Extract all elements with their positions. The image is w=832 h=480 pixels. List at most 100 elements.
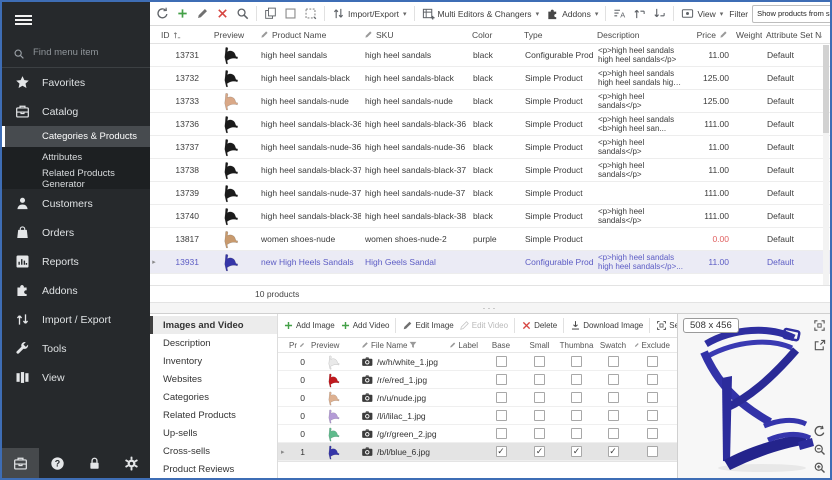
table-row[interactable]: 13738high heel sandals-black-37high heel… (150, 159, 830, 182)
exclude-checkbox[interactable] (647, 374, 658, 385)
paste-special-button[interactable] (301, 5, 320, 22)
swatch-checkbox[interactable] (608, 410, 619, 421)
swatch-checkbox[interactable] (608, 374, 619, 385)
tab-images-and-video[interactable]: Images and Video (150, 316, 277, 334)
table-row[interactable]: 13733high heel sandals-nudehigh heel san… (150, 90, 830, 113)
small-checkbox[interactable] (534, 410, 545, 421)
sidebar-item-orders[interactable]: Orders (2, 218, 150, 247)
base-checkbox[interactable] (496, 392, 507, 403)
table-row[interactable]: 13731high heel sandalshigh heel sandalsb… (150, 44, 830, 67)
menu-search-input[interactable] (33, 47, 133, 58)
add-image-button[interactable]: Add Image (281, 318, 337, 333)
sidebar-item-reports[interactable]: Reports (2, 247, 150, 276)
base-checkbox[interactable] (496, 428, 507, 439)
edit-button[interactable] (193, 5, 212, 22)
exclude-checkbox[interactable] (647, 392, 658, 403)
refresh-button[interactable] (153, 5, 172, 22)
column-header-file-name[interactable]: File Name (358, 338, 446, 352)
open-external-icon[interactable] (813, 339, 826, 352)
edit-image-button[interactable]: Edit Image (400, 318, 455, 333)
tab-related-products[interactable]: Related Products (150, 406, 277, 424)
swatch-checkbox[interactable] (608, 392, 619, 403)
exclude-checkbox[interactable] (647, 446, 658, 457)
menu-toggle-button[interactable] (2, 2, 150, 38)
delete-button[interactable] (213, 5, 232, 22)
column-header-small[interactable]: Small (521, 338, 558, 352)
tab-product-reviews[interactable]: Product Reviews (150, 460, 277, 478)
fit-to-window-icon[interactable] (813, 319, 826, 332)
thumbnail-checkbox[interactable] (571, 374, 582, 385)
thumbnail-checkbox[interactable] (571, 356, 582, 367)
storage-button[interactable] (2, 448, 39, 478)
small-checkbox[interactable] (534, 356, 545, 367)
addons-button[interactable]: Addons▾ (543, 5, 601, 22)
swatch-checkbox[interactable] (608, 356, 619, 367)
image-row[interactable]: 0/w/h/white_1.jpg (278, 353, 677, 371)
thumbnail-checkbox[interactable]: ✓ (571, 446, 582, 457)
column-header-swatch[interactable]: Swatch (595, 338, 631, 352)
exclude-checkbox[interactable] (647, 356, 658, 367)
tab-inventory[interactable]: Inventory (150, 352, 277, 370)
add-video-button[interactable]: Add Video (338, 318, 392, 333)
base-checkbox[interactable] (496, 374, 507, 385)
grid-scrollbar-thumb[interactable] (823, 45, 829, 133)
column-header-attribute-set-name[interactable]: Attribute Set Name (762, 26, 822, 43)
lock-button[interactable] (76, 448, 113, 478)
column-header-id[interactable]: ID (157, 26, 202, 43)
sidebar-item-view[interactable]: View (2, 363, 150, 392)
grid-scrollbar[interactable] (823, 45, 829, 285)
table-row[interactable]: ▸13931new High Heels SandalsHigh Geels S… (150, 251, 830, 274)
column-header-pr[interactable]: Pr (286, 338, 308, 352)
thumbnail-checkbox[interactable] (571, 410, 582, 421)
base-checkbox[interactable] (496, 356, 507, 367)
rotate-icon[interactable] (813, 425, 826, 438)
thumbnail-checkbox[interactable] (571, 392, 582, 403)
sidebar-item-categories-products[interactable]: Categories & Products (2, 126, 150, 147)
image-row[interactable]: ▸1/b/l/blue_6.jpg✓✓✓✓ (278, 443, 677, 461)
base-checkbox[interactable] (496, 410, 507, 421)
image-row[interactable]: 0/l/i/lilac_1.jpg (278, 407, 677, 425)
table-row[interactable]: 13817women shoes-nudewomen shoes-nude-2p… (150, 228, 830, 251)
column-header-price[interactable]: Price (688, 26, 732, 43)
set-resize-rule-button[interactable]: Set Resize Rule (654, 318, 677, 333)
delete-image-button[interactable]: Delete (519, 318, 559, 333)
small-checkbox[interactable] (534, 374, 545, 385)
column-header-label[interactable]: Label (446, 338, 481, 352)
column-header-description[interactable]: Description (593, 26, 688, 43)
view-button[interactable]: View▾ (678, 5, 726, 22)
column-header-preview[interactable]: Preview (202, 26, 256, 43)
exclude-checkbox[interactable] (647, 410, 658, 421)
import-export-button[interactable]: Import/Export▾ (329, 5, 410, 22)
settings-button[interactable] (113, 448, 150, 478)
sidebar-item-catalog[interactable]: Catalog (2, 97, 150, 126)
column-header-exclude[interactable]: Exclude (631, 338, 673, 352)
select-cell-button[interactable] (281, 5, 300, 22)
sidebar-item-related-products-generator[interactable]: Related Products Generator (2, 168, 150, 189)
image-row[interactable]: 0/g/r/green_2.jpg (278, 425, 677, 443)
sidebar-item-attributes[interactable]: Attributes (2, 147, 150, 168)
multi-editors-button[interactable]: Multi Editors & Changers▾ (419, 5, 543, 22)
small-checkbox[interactable] (534, 392, 545, 403)
sidebar-item-favorites[interactable]: Favorites (2, 68, 150, 97)
filter-dropdown[interactable]: Show products from selected categories▾ (752, 5, 830, 23)
table-row[interactable]: 13737high heel sandals-nude-36high heel … (150, 136, 830, 159)
sidebar-item-addons[interactable]: Addons (2, 276, 150, 305)
column-header-color[interactable]: Color (468, 26, 520, 43)
column-header-sku[interactable]: SKU (360, 26, 468, 43)
thumbnail-checkbox[interactable] (571, 428, 582, 439)
help-button[interactable]: ? (39, 448, 76, 478)
tab-up-sells[interactable]: Up-sells (150, 424, 277, 442)
tab-description[interactable]: Description (150, 334, 277, 352)
tab-websites[interactable]: Websites (150, 370, 277, 388)
table-row[interactable]: 13740high heel sandals-black-38high heel… (150, 205, 830, 228)
small-checkbox[interactable] (534, 428, 545, 439)
search-button[interactable] (233, 5, 252, 22)
add-button[interactable] (173, 5, 192, 22)
swatch-checkbox[interactable]: ✓ (608, 446, 619, 457)
column-header-preview[interactable]: Preview (308, 338, 358, 352)
copy-button[interactable] (261, 5, 280, 22)
level-down-button[interactable] (650, 5, 669, 22)
sidebar-item-import-export[interactable]: Import / Export (2, 305, 150, 334)
exclude-checkbox[interactable] (647, 428, 658, 439)
edit-video-button[interactable]: Edit Video (457, 318, 510, 333)
